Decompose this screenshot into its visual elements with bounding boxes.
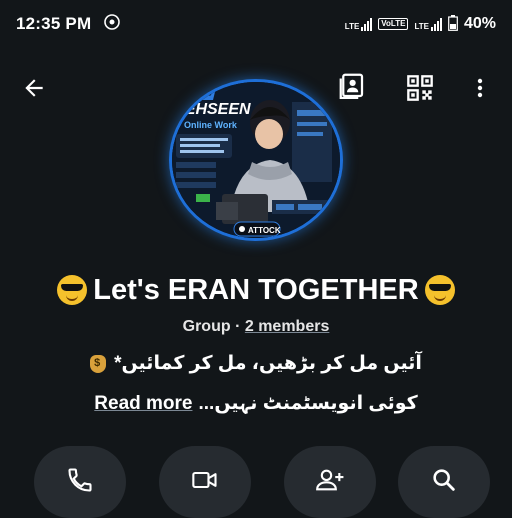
avatar-tagline-text: Online Work	[184, 120, 238, 130]
clock: 12:35 PM	[16, 14, 92, 33]
signal-icon: LTE	[345, 17, 373, 31]
more-options-button[interactable]	[460, 68, 500, 108]
voice-call-button[interactable]	[34, 446, 126, 518]
status-right: LTE VoLTE LTE 40%	[345, 14, 496, 34]
phone-icon	[68, 468, 92, 492]
lte-label-2: LTE	[414, 22, 429, 31]
sunglasses-emoji-icon	[57, 275, 88, 305]
group-avatar[interactable]: TEHSEEN Online Work ATTOCK	[172, 82, 340, 238]
video-call-button[interactable]	[159, 446, 251, 518]
group-name: Let's ERAN TOGETHER	[93, 274, 419, 306]
location-pin-icon	[239, 226, 245, 232]
status-left: 12:35 PM	[16, 13, 121, 36]
signal-icon-2: LTE	[414, 17, 442, 31]
group-name-row: Let's ERAN TOGETHER	[0, 272, 512, 308]
person-add-icon	[316, 469, 344, 491]
info-separator: ·	[235, 318, 241, 335]
read-more-link[interactable]: Read more	[94, 393, 192, 415]
battery-icon	[448, 14, 458, 34]
search-button[interactable]	[398, 446, 490, 518]
status-bar: 12:35 PM LTE VoLTE LTE 40%	[0, 0, 512, 48]
battery-percent: 40%	[463, 15, 496, 32]
description-line-1: آئیں مل کر بڑھیں، مل کر کمائیں*	[114, 353, 422, 374]
arrow-left-icon	[25, 79, 43, 97]
description-line-1-row: آئیں مل کر بڑھیں، مل کر کمائیں*	[0, 352, 512, 375]
lte-label: LTE	[344, 22, 360, 31]
volte-badge: VoLTE	[378, 18, 409, 30]
video-icon	[192, 471, 217, 489]
action-buttons	[0, 446, 512, 518]
group-info: Group · 2 members	[0, 318, 512, 336]
qr-code-icon	[407, 75, 433, 101]
money-bag-emoji-icon	[90, 354, 107, 373]
avatar-place-text: ATTOCK	[248, 226, 281, 235]
description-line-2-row: Read more کوئی انویسٹمنٹ نہیں...	[0, 392, 512, 415]
group-type: Group	[182, 318, 231, 335]
qr-code-button[interactable]	[400, 68, 440, 108]
add-member-button[interactable]	[284, 446, 376, 518]
contact-card-button[interactable]	[332, 66, 372, 106]
description-line-2: کوئی انویسٹمنٹ نہیں...	[198, 393, 418, 414]
contact-card-icon	[339, 73, 364, 99]
search-icon	[433, 469, 455, 491]
members-link[interactable]: 2 members	[245, 318, 330, 335]
back-button[interactable]	[14, 68, 54, 108]
more-vert-icon	[477, 78, 483, 98]
notification-icon	[103, 13, 121, 36]
avatar-image: TEHSEEN Online Work ATTOCK	[172, 82, 340, 238]
sunglasses-emoji-icon-2	[424, 275, 455, 305]
